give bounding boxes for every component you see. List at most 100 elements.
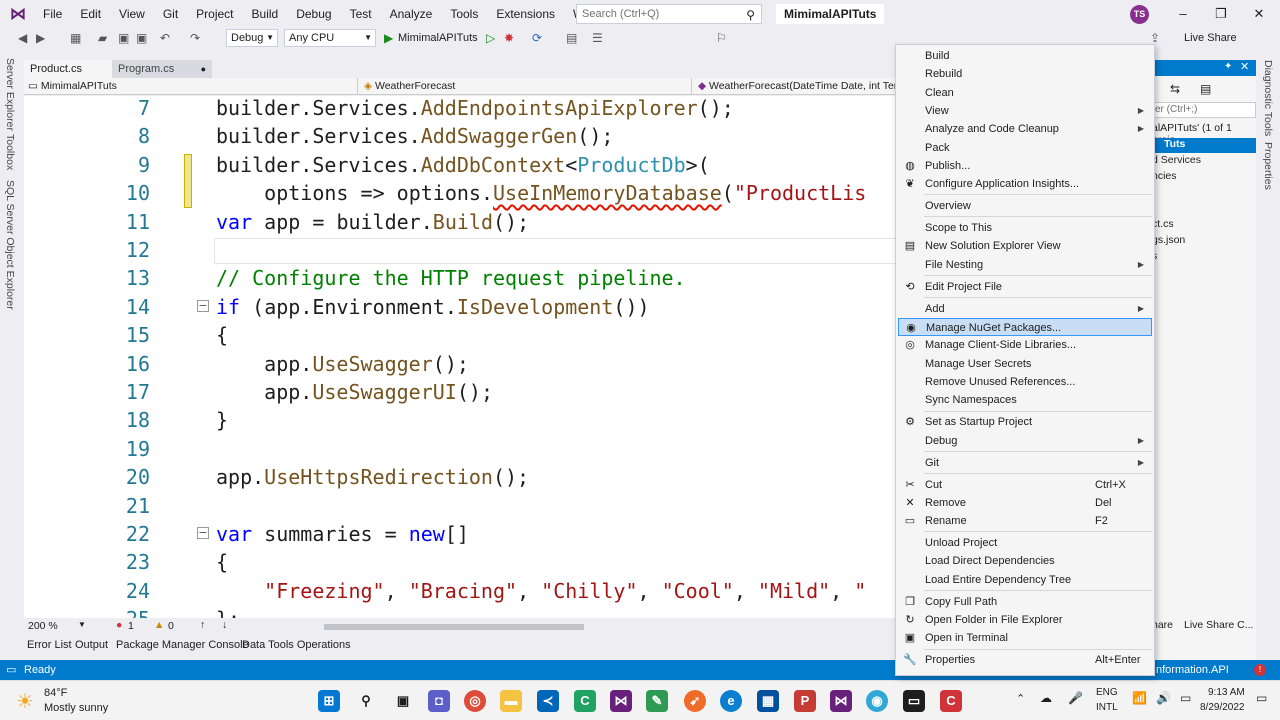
menu-item-build[interactable]: Build	[898, 47, 1152, 65]
tab-program-cs[interactable]: Program.cs ●	[112, 60, 212, 78]
properties-tab[interactable]: Properties	[1262, 142, 1274, 190]
configuration-select[interactable]: Debug ▼	[226, 29, 278, 47]
code-line[interactable]: 8 builder.Services.AddSwaggerGen();	[24, 122, 898, 150]
menu-item-debug[interactable]: Debug ▶	[898, 432, 1152, 450]
chevron-up-icon[interactable]: ⌃	[1016, 692, 1025, 705]
menu-analyze[interactable]: Analyze	[381, 0, 442, 28]
menu-debug[interactable]: Debug	[287, 0, 340, 28]
open-icon[interactable]: ▰	[98, 31, 107, 45]
undo-icon[interactable]: ↶	[160, 31, 170, 45]
hot-reload-icon[interactable]: ✸	[504, 31, 514, 45]
warning-count[interactable]: 0	[168, 620, 174, 632]
error-list-tab[interactable]: Error List	[27, 639, 72, 651]
menu-item-remove[interactable]: ✕ Remove Del	[898, 494, 1152, 512]
clock-date[interactable]: 8/29/2022	[1200, 702, 1245, 713]
menu-item-unload-project[interactable]: Unload Project	[898, 534, 1152, 552]
tree-item[interactable]: ct.cs	[1152, 218, 1174, 230]
chevron-down-icon[interactable]: ▼	[78, 620, 86, 629]
menu-tools[interactable]: Tools	[441, 0, 487, 28]
server-explorer-tab[interactable]: Server Explorer	[4, 58, 16, 131]
data-tools-operations-tab[interactable]: Data Tools Operations	[242, 639, 351, 651]
menu-item-scope-to-this[interactable]: Scope to This	[898, 219, 1152, 237]
save-icon[interactable]: ▣	[118, 31, 129, 45]
menu-item-set-as-startup-project[interactable]: ⚙ Set as Startup Project	[898, 413, 1152, 431]
menu-project[interactable]: Project	[187, 0, 242, 28]
terminal-icon[interactable]: ▭	[903, 690, 925, 712]
menu-item-open-folder-in-file-explorer[interactable]: ↻ Open Folder in File Explorer	[898, 611, 1152, 629]
error-count[interactable]: 1	[128, 620, 134, 632]
keyboard-region[interactable]: INTL	[1096, 702, 1118, 713]
edge-icon[interactable]: e	[720, 690, 742, 712]
format-icon[interactable]: ☰	[592, 31, 603, 45]
menu-item-file-nesting[interactable]: File Nesting ▶	[898, 256, 1152, 274]
new-item-icon[interactable]: ▦	[70, 31, 81, 45]
browser-link-icon[interactable]: ▤	[566, 31, 577, 45]
menu-item-manage-nuget-packages[interactable]: ◉ Manage NuGet Packages...	[898, 318, 1152, 336]
package-manager-console-tab[interactable]: Package Manager Console	[116, 639, 249, 651]
menu-item-analyze-and-code-cleanup[interactable]: Analyze and Code Cleanup ▶	[898, 120, 1152, 138]
app-icon[interactable]: C	[574, 690, 596, 712]
toolbox-tab[interactable]: Toolbox	[4, 134, 16, 170]
save-all-icon[interactable]: ▣	[136, 31, 147, 45]
tree-item[interactable]: gs.json	[1152, 234, 1185, 246]
recorder-icon[interactable]: C	[940, 690, 962, 712]
postman-icon[interactable]: ➹	[684, 690, 706, 712]
clock-time[interactable]: 9:13 AM	[1208, 687, 1245, 698]
menu-git[interactable]: Git	[154, 0, 187, 28]
code-line[interactable]: 13 // Configure the HTTP request pipeline…	[24, 264, 898, 292]
volume-icon[interactable]: 🔊	[1156, 691, 1171, 705]
notepad-icon[interactable]: ✎	[646, 690, 668, 712]
project-nav-combo[interactable]: ▭ MimimalAPITuts	[24, 78, 358, 94]
code-line[interactable]: 7 builder.Services.AddEndpointsApiExplore…	[24, 96, 898, 122]
code-line[interactable]: 18}	[24, 406, 898, 434]
sql-server-object-explorer-tab[interactable]: SQL Server Object Explorer	[4, 180, 16, 310]
task-view-icon[interactable]: ▣	[392, 690, 414, 712]
pin-dot-icon[interactable]: ●	[201, 60, 206, 78]
arrow-up-icon[interactable]: ↑	[200, 619, 205, 631]
forward-icon[interactable]: ▶	[36, 31, 45, 45]
close-icon[interactable]: ✕	[1240, 60, 1249, 73]
menu-item-pack[interactable]: Pack	[898, 139, 1152, 157]
sync-icon[interactable]: ⇆	[1170, 82, 1180, 96]
platform-select[interactable]: Any CPU ▼	[284, 29, 376, 47]
file-explorer-icon[interactable]: ▬	[500, 690, 522, 712]
avatar[interactable]: TS	[1130, 5, 1149, 24]
code-line[interactable]: 15 {	[24, 321, 898, 349]
menu-file[interactable]: File	[34, 0, 71, 28]
code-line[interactable]: 17 app.UseSwaggerUI();	[24, 378, 898, 406]
menu-item-rebuild[interactable]: Rebuild	[898, 65, 1152, 83]
menu-item-load-direct-dependencies[interactable]: Load Direct Dependencies	[898, 552, 1152, 570]
menu-item-manage-user-secrets[interactable]: Manage User Secrets	[898, 355, 1152, 373]
menu-item-open-in-terminal[interactable]: ▣ Open in Terminal	[898, 629, 1152, 647]
live-share-button[interactable]: Live Share	[1184, 30, 1237, 46]
menu-item-publish[interactable]: ◍ Publish...	[898, 157, 1152, 175]
browser-icon[interactable]: ◉	[866, 690, 888, 712]
tree-item[interactable]: d Services	[1152, 154, 1201, 166]
menu-extensions[interactable]: Extensions	[487, 0, 564, 28]
menu-item-view[interactable]: View ▶	[898, 102, 1152, 120]
menu-item-properties[interactable]: 🔧 Properties Alt+Enter	[898, 651, 1152, 669]
wifi-icon[interactable]: 📶	[1132, 691, 1147, 705]
vscode-icon[interactable]: ≺	[537, 690, 559, 712]
code-line[interactable]: 24 "Freezing", "Bracing", "Chilly", "Coo…	[24, 577, 898, 605]
type-nav-combo[interactable]: ◈ WeatherForecast	[360, 78, 692, 94]
code-line[interactable]: 22 − var summaries = new[]	[24, 520, 898, 548]
collapse-icon[interactable]: ▤	[1200, 82, 1211, 96]
menu-item-configure-application-insights[interactable]: ❦ Configure Application Insights...	[898, 175, 1152, 193]
menu-item-rename[interactable]: ▭ Rename F2	[898, 512, 1152, 530]
arrow-down-icon[interactable]: ↓	[222, 619, 227, 631]
language[interactable]: ENG	[1096, 687, 1118, 698]
code-line[interactable]: 10 options => options.UseInMemoryDatabas…	[24, 179, 898, 207]
back-icon[interactable]: ◀	[18, 31, 27, 45]
search-input[interactable]: Search (Ctrl+Q) ⚲	[576, 4, 762, 24]
menu-item-edit-project-file[interactable]: ⟲ Edit Project File	[898, 278, 1152, 296]
tab-live-share[interactable]: Live Share C...	[1184, 619, 1253, 631]
code-line[interactable]: 16 app.UseSwagger();	[24, 350, 898, 378]
menu-view[interactable]: View	[110, 0, 154, 28]
cloud-icon[interactable]: ☁	[1040, 691, 1052, 705]
battery-icon[interactable]: ▭	[1180, 691, 1191, 705]
live-share-icon[interactable]: ⇪	[1150, 31, 1160, 45]
code-line[interactable]: 25};	[24, 605, 898, 618]
collapse-region-icon[interactable]: −	[197, 299, 209, 312]
powerpoint-icon[interactable]: P	[794, 690, 816, 712]
